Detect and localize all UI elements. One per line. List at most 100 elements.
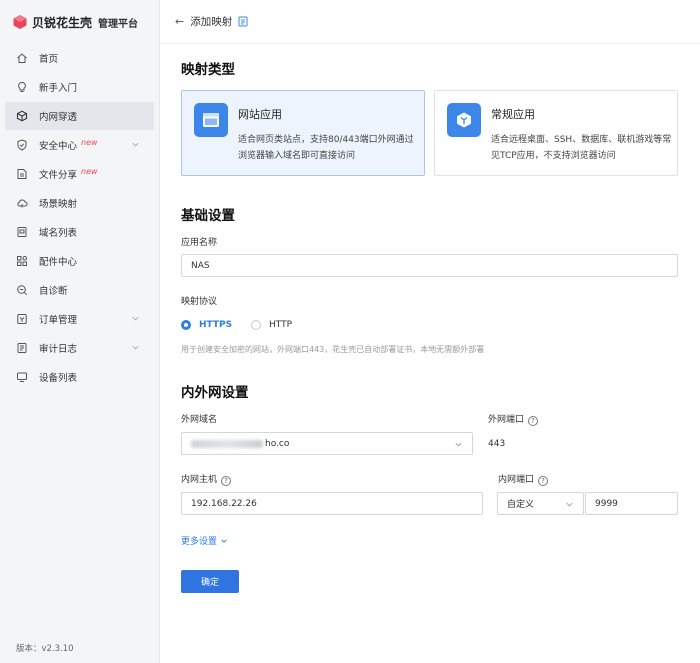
sidebar-item-devices[interactable]: 设备列表 [5,363,154,391]
header: ← 添加映射 [160,0,700,44]
sidebar: 贝锐花生壳 管理平台 首页 新手入门 内网穿透 安全中心 new 文件分享 ne… [0,0,160,663]
sidebar-item-label: 配件中心 [39,257,78,268]
radio-http[interactable]: HTTP [251,320,292,330]
sidebar-item-audit-log[interactable]: 审计日志 [5,334,154,362]
app-name-input[interactable]: NAS [181,254,678,277]
sidebar-item-label: 设备列表 [39,373,78,384]
document-icon[interactable] [238,16,248,27]
int-port-label-wrap: 内网端口? [498,472,549,486]
sidebar-item-security[interactable]: 安全中心 new [5,131,154,159]
back-arrow-icon[interactable]: ← [175,15,184,28]
sidebar-item-domains[interactable]: 域名列表 [5,218,154,246]
help-icon[interactable]: ? [221,476,232,486]
order-icon [15,312,29,326]
sidebar-item-label: 首页 [39,54,59,65]
sidebar-item-orders[interactable]: 订单管理 [5,305,154,333]
more-settings-label: 更多设置 [181,537,218,547]
chevron-down-icon [132,316,139,321]
chevron-down-icon [221,539,227,543]
home-icon [15,51,29,65]
help-icon[interactable]: ? [538,476,549,486]
browser-window-icon [194,103,228,137]
section-title-basic: 基础设置 [181,208,235,224]
card-website-app[interactable]: 网站应用 适合网页类站点，支持80/443端口外网通过浏览器输入域名即可直接访问 [181,90,425,176]
new-badge: new [81,137,98,147]
int-host-value: 192.168.22.26 [191,498,257,509]
sidebar-item-label: 自诊断 [39,286,68,297]
shield-icon [15,138,29,152]
sidebar-item-label: 域名列表 [39,228,78,239]
version-text: 版本：v2.3.10 [16,644,74,654]
section-title-network: 内外网设置 [181,385,249,401]
sidebar-item-home[interactable]: 首页 [5,44,154,72]
sidebar-item-accessories[interactable]: 配件中心 [5,247,154,275]
file-share-icon [15,167,29,181]
int-port-input[interactable]: 9999 [585,492,678,515]
int-port-mode-select[interactable]: 自定义 [497,492,584,515]
int-port-label: 内网端口 [498,475,535,485]
brand[interactable]: 贝锐花生壳 管理平台 [0,0,159,44]
grid-icon [15,254,29,268]
diagnose-icon [15,283,29,297]
sidebar-item-intranet[interactable]: 内网穿透 [5,102,154,130]
app-name-value: NAS [191,260,210,271]
ext-port-label-wrap: 外网端口? [488,412,539,426]
radio-label: HTTP [269,320,293,330]
chevron-down-icon [566,502,573,507]
lightbulb-icon [15,80,29,94]
blurred-domain [191,439,263,448]
card-title: 网站应用 [238,108,282,121]
radio-dot [181,320,191,330]
sidebar-item-diagnose[interactable]: 自诊断 [5,276,154,304]
box-icon [447,103,481,137]
brand-name: 贝锐花生壳 [32,15,93,30]
int-port-value: 9999 [595,498,618,509]
radio-dot [251,320,261,330]
sidebar-item-label: 文件分享 [39,170,78,181]
brand-logo-icon [13,15,27,29]
brand-subtitle: 管理平台 [98,18,139,30]
cloud-icon [15,196,29,210]
int-host-input[interactable]: 192.168.22.26 [181,492,483,515]
sidebar-item-label: 订单管理 [39,315,78,326]
card-title: 常规应用 [491,108,535,121]
sidebar-item-scene-mapping[interactable]: 场景映射 [5,189,154,217]
help-icon[interactable]: ? [528,416,539,426]
page-title: 添加映射 [190,16,233,28]
int-host-label: 内网主机 [181,475,218,485]
sidebar-menu: 首页 新手入门 内网穿透 安全中心 new 文件分享 new 场景映射 域名列表 [0,44,159,391]
ext-domain-label: 外网域名 [181,415,218,425]
int-host-label-wrap: 内网主机? [181,472,232,486]
card-desc: 适合网页类站点，支持80/443端口外网通过浏览器输入域名即可直接访问 [238,135,414,161]
ext-port-label: 外网端口 [488,415,525,425]
submit-button[interactable]: 确定 [181,570,239,593]
chevron-down-icon [132,345,139,350]
sidebar-item-file-share[interactable]: 文件分享 new [5,160,154,188]
monitor-icon [15,370,29,384]
radio-label: HTTPS [199,320,233,330]
cube-icon [15,109,29,123]
ext-domain-suffix: ho.co [265,438,290,449]
sidebar-item-label: 安全中心 [39,141,78,152]
ext-port-value: 443 [488,439,506,449]
sidebar-item-label: 内网穿透 [39,112,78,123]
chevron-down-icon [455,442,462,447]
more-settings-link[interactable]: 更多设置 [181,534,228,547]
chevron-down-icon [132,142,139,147]
radio-https[interactable]: HTTPS [181,320,232,330]
section-title-mapping-type: 映射类型 [181,62,235,78]
new-badge: new [81,166,98,176]
app-name-label: 应用名称 [181,238,218,248]
protocol-label: 映射协议 [181,297,218,307]
int-port-mode: 自定义 [507,500,535,510]
domain-icon [15,225,29,239]
log-icon [15,341,29,355]
card-general-app[interactable]: 常规应用 适合远程桌面、SSH、数据库、联机游戏等常见TCP应用，不支持浏览器访… [434,90,678,176]
sidebar-item-label: 场景映射 [39,199,78,210]
sidebar-item-label: 新手入门 [39,83,78,94]
ext-domain-select[interactable]: ho.co [181,432,473,455]
sidebar-item-getting-started[interactable]: 新手入门 [5,73,154,101]
protocol-hint: 用于创建安全加密的网站，外网端口443，花生壳已自动部署证书，本地无需额外部署 [181,345,485,354]
card-desc: 适合远程桌面、SSH、数据库、联机游戏等常见TCP应用，不支持浏览器访问 [491,135,672,161]
sidebar-item-label: 审计日志 [39,344,78,355]
